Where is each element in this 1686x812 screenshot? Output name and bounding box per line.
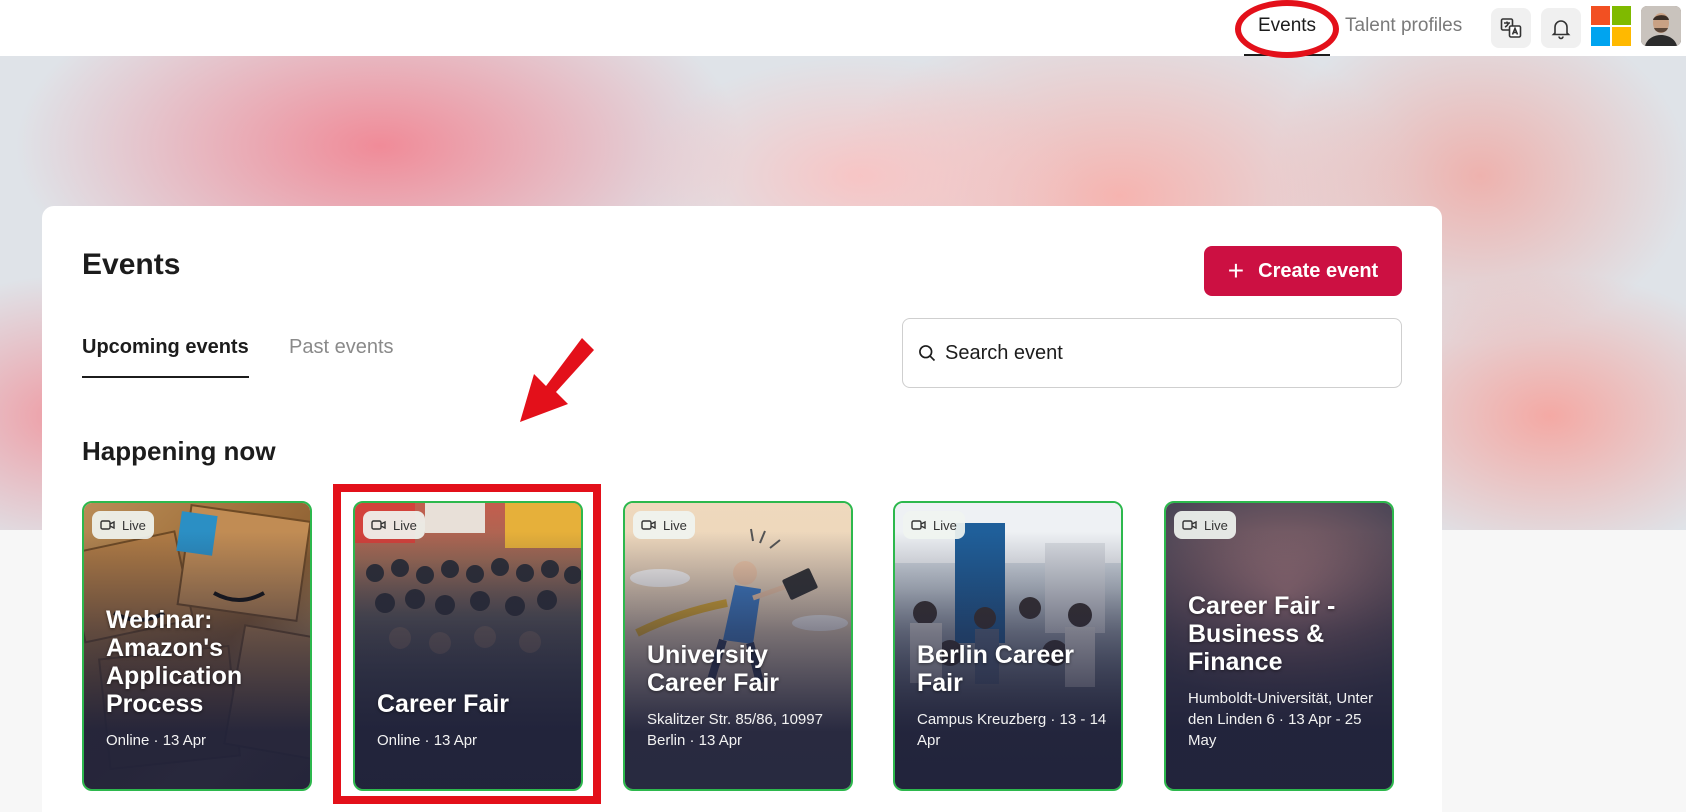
event-card-title: Webinar: Amazon's Application Process — [106, 606, 243, 718]
section-title-happening-now: Happening now — [82, 436, 276, 466]
live-badge: Live — [903, 511, 965, 539]
video-camera-icon — [371, 520, 386, 530]
video-camera-icon — [641, 520, 656, 530]
event-card-meta: Online · 13 Apr — [377, 732, 478, 749]
nav-events-link[interactable]: Events — [1244, 0, 1330, 56]
event-card-meta: Skalitzer Str. 85/86, 10997 Berlin · 13 … — [647, 711, 823, 749]
search-icon — [919, 345, 936, 362]
event-card-meta: Humboldt-Universität, Unter den Linden 6… — [1188, 690, 1374, 749]
live-badge-label: Live — [663, 517, 687, 533]
search-event-box[interactable] — [902, 318, 1402, 388]
live-badge: Live — [363, 511, 425, 539]
event-card-meta: Online · 13 Apr — [106, 732, 207, 749]
event-card[interactable]: Live Career Fair - Business & Finance Hu… — [1164, 501, 1394, 791]
top-nav: Events Talent profiles — [0, 0, 1686, 56]
video-camera-icon — [911, 520, 926, 530]
bell-icon — [1551, 20, 1571, 40]
live-badge: Live — [92, 511, 154, 539]
tab-past-events[interactable]: Past events — [289, 336, 394, 378]
video-camera-icon — [100, 520, 115, 530]
avatar-image-icon — [1641, 6, 1681, 46]
live-badge-label: Live — [1204, 517, 1228, 533]
user-avatar[interactable] — [1641, 6, 1681, 46]
event-card[interactable]: Live Career Fair Online · 13 Apr — [353, 501, 583, 791]
event-card[interactable]: Live University Career Fair Skalitzer St… — [623, 501, 853, 791]
live-badge-label: Live — [122, 517, 146, 533]
search-event-input[interactable] — [945, 341, 1385, 365]
live-badge: Live — [1174, 511, 1236, 539]
microsoft-logo-icon[interactable] — [1591, 6, 1631, 46]
live-badge: Live — [633, 511, 695, 539]
notifications-button[interactable] — [1541, 8, 1581, 48]
event-card[interactable]: Live Berlin Career Fair Campus Kreuzberg… — [893, 501, 1123, 791]
create-event-label: Create event — [1258, 259, 1379, 282]
translate-icon — [1500, 18, 1522, 38]
event-card-meta: Campus Kreuzberg · 13 - 14 Apr — [917, 711, 1107, 749]
events-panel: Events + Create event Upcoming events Pa… — [42, 206, 1442, 812]
tab-upcoming-events[interactable]: Upcoming events — [82, 336, 249, 378]
live-badge-label: Live — [933, 517, 957, 533]
event-card-title: Berlin Career Fair — [917, 641, 1075, 697]
live-badge-label: Live — [393, 517, 417, 533]
event-card-title: Career Fair - Business & Finance — [1188, 592, 1336, 676]
video-camera-icon — [1182, 520, 1197, 530]
nav-talent-profiles-link[interactable]: Talent profiles — [1345, 0, 1462, 56]
translate-button[interactable] — [1491, 8, 1531, 48]
create-event-button[interactable]: + Create event — [1204, 246, 1402, 296]
event-card-title: Career Fair — [377, 690, 510, 718]
page-title: Events — [82, 248, 181, 281]
event-card-title: University Career Fair — [647, 641, 780, 697]
plus-icon: + — [1227, 255, 1245, 286]
event-card[interactable]: Live Webinar: Amazon's Application Proce… — [82, 501, 312, 791]
